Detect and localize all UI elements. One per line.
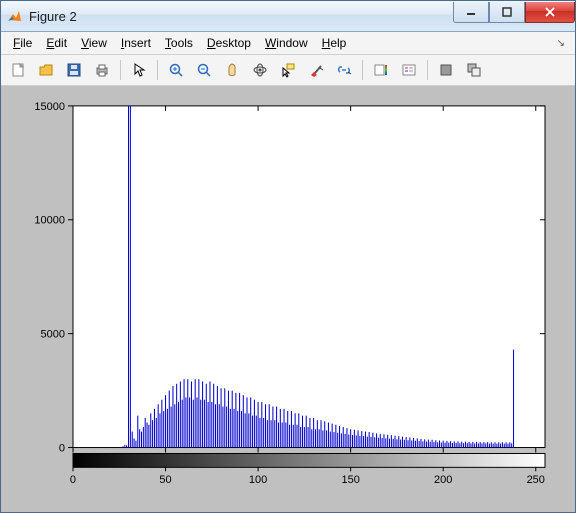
svg-text:0: 0 [59,443,65,455]
toolbar [1,55,575,86]
insert-colorbar-button[interactable] [368,57,394,83]
figure-client-area: 0 5000 10000 15000 0 50 100 150 200 250 [1,86,575,512]
brush-button[interactable] [303,57,329,83]
svg-text:15000: 15000 [34,101,65,113]
plot-svg: 0 5000 10000 15000 0 50 100 150 200 250 [11,96,565,502]
svg-text:150: 150 [341,474,359,486]
svg-text:50: 50 [159,474,171,486]
close-button[interactable] [525,2,575,23]
menu-file[interactable]: File [7,34,38,52]
maximize-button[interactable] [489,2,525,23]
svg-text:250: 250 [527,474,545,486]
pan-button[interactable] [219,57,245,83]
hide-plot-tools-button[interactable] [433,57,459,83]
menu-insert[interactable]: Insert [115,34,157,52]
edit-plot-button[interactable] [126,57,152,83]
data-cursor-button[interactable] [275,57,301,83]
menu-window[interactable]: Window [259,34,314,52]
save-button[interactable] [61,57,87,83]
zoom-out-button[interactable] [191,57,217,83]
svg-text:10000: 10000 [34,215,65,227]
svg-text:100: 100 [249,474,267,486]
window-title: Figure 2 [29,9,453,24]
menu-desktop[interactable]: Desktop [201,34,257,52]
axes[interactable]: 0 5000 10000 15000 0 50 100 150 200 250 [11,96,565,502]
open-button[interactable] [33,57,59,83]
menu-view[interactable]: View [75,34,113,52]
menu-tools[interactable]: Tools [159,34,199,52]
menu-help[interactable]: Help [316,34,353,52]
dock-icon[interactable]: ↘ [557,38,569,49]
figure-window: Figure 2 File Edit View Insert Tools Des… [0,0,576,513]
link-button[interactable] [331,57,357,83]
menubar: File Edit View Insert Tools Desktop Wind… [1,32,575,55]
zoom-in-button[interactable] [163,57,189,83]
new-figure-button[interactable] [5,57,31,83]
menu-edit[interactable]: Edit [40,34,73,52]
titlebar[interactable]: Figure 2 [1,1,575,32]
show-plot-tools-button[interactable] [461,57,487,83]
rotate-3d-button[interactable] [247,57,273,83]
print-button[interactable] [89,57,115,83]
insert-legend-button[interactable] [396,57,422,83]
minimize-button[interactable] [453,2,489,23]
svg-text:5000: 5000 [41,329,65,341]
matlab-icon [7,8,23,24]
svg-text:200: 200 [434,474,452,486]
svg-text:0: 0 [70,474,76,486]
